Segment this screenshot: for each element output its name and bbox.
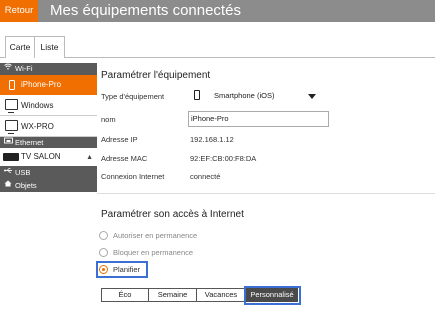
- device-name-field[interactable]: iPhone-Pro: [188, 111, 329, 127]
- mac-address-value: 92:EF:CB:00:F8:DA: [190, 154, 257, 163]
- usb-icon: [4, 166, 13, 179]
- section-divider: [97, 193, 435, 194]
- home-icon: [4, 179, 12, 192]
- sidebar-item-label: WX-PRO: [21, 122, 54, 131]
- radio-button[interactable]: [99, 231, 108, 240]
- schedule-mode-vacances[interactable]: Vacances: [197, 288, 246, 302]
- sidebar-item-tv-salon[interactable]: TV SALON ▲: [0, 148, 97, 166]
- laptop-icon: [5, 120, 18, 134]
- chevron-down-icon: [308, 94, 316, 99]
- sidebar-item-label: iPhone-Pro: [21, 80, 62, 89]
- internet-access-title: Paramétrer son accès à Internet: [101, 209, 244, 220]
- sidebar-item-iphone-pro[interactable]: iPhone-Pro: [0, 75, 97, 95]
- sidebar-section-ethernet: Ethernet: [0, 137, 97, 148]
- sidebar-section-objets[interactable]: Objets: [0, 179, 97, 192]
- internet-connection-label: Connexion Internet: [101, 172, 165, 181]
- radio-button[interactable]: [99, 248, 108, 257]
- schedule-highlight-box: [96, 261, 148, 278]
- tab-liste[interactable]: Liste: [35, 36, 65, 58]
- sidebar-section-wifi: Wi-Fi: [0, 63, 97, 75]
- sidebar-item-label: TV SALON: [21, 152, 61, 161]
- schedule-mode-semaine[interactable]: Semaine: [149, 288, 197, 302]
- sidebar-item-label: Windows: [21, 101, 54, 110]
- sidebar-section-label: USB: [15, 168, 31, 177]
- chevron-up-icon[interactable]: ▲: [86, 149, 93, 167]
- tv-icon: [3, 153, 19, 161]
- ip-address-value: 192.168.1.12: [190, 135, 234, 144]
- radio-label: Bloquer en permanence: [113, 248, 194, 257]
- schedule-mode-eco[interactable]: Éco: [101, 288, 149, 302]
- smartphone-icon: [194, 90, 200, 100]
- sidebar-section-usb[interactable]: USB: [0, 166, 97, 179]
- device-type-value: Smartphone (iOS): [214, 91, 275, 100]
- smartphone-icon: [9, 80, 15, 90]
- sidebar-item-wx-pro[interactable]: WX-PRO: [0, 116, 97, 137]
- sidebar-section-label: Objets: [15, 181, 37, 190]
- radio-label: Autoriser en permanence: [113, 231, 198, 240]
- device-name-label: nom: [101, 115, 116, 124]
- device-settings-title: Paramétrer l'équipement: [101, 70, 211, 81]
- top-bar: Retour Mes équipements connectés: [0, 0, 435, 22]
- ip-address-label: Adresse IP: [101, 135, 138, 144]
- page-title: Mes équipements connectés: [50, 2, 241, 19]
- view-tabs: Carte Liste: [0, 36, 435, 58]
- wifi-icon: [4, 63, 12, 75]
- mac-address-label: Adresse MAC: [101, 154, 148, 163]
- back-button[interactable]: Retour: [0, 0, 38, 22]
- internet-connection-value: connecté: [190, 172, 221, 181]
- sidebar-item-windows[interactable]: Windows: [0, 95, 97, 116]
- tab-carte[interactable]: Carte: [5, 36, 35, 58]
- ethernet-icon: [4, 137, 13, 148]
- sidebar-section-label: Wi-Fi: [15, 64, 33, 73]
- laptop-icon: [5, 99, 18, 113]
- device-sidebar: Wi-Fi iPhone-Pro Windows WX-PRO Ethernet…: [0, 63, 97, 205]
- device-type-select[interactable]: Smartphone (iOS): [190, 89, 319, 103]
- custom-mode-highlight-box: [244, 286, 301, 305]
- sidebar-section-label: Ethernet: [15, 138, 44, 147]
- device-type-label: Type d'équipement: [101, 92, 165, 101]
